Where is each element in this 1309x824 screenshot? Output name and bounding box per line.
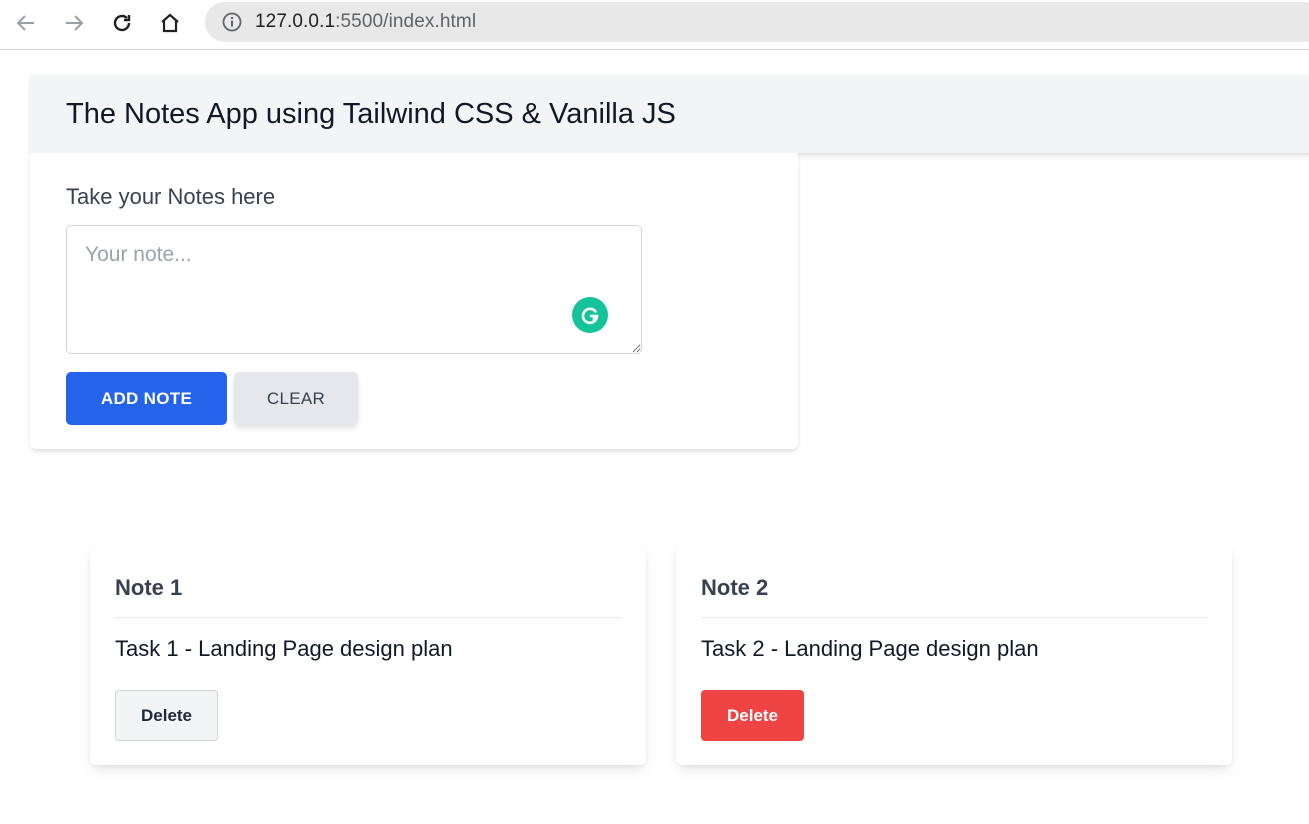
home-icon[interactable] [154, 7, 186, 39]
divider [701, 617, 1208, 618]
clear-button[interactable]: CLEAR [234, 372, 358, 425]
page-title: The Notes App using Tailwind CSS & Vanil… [66, 97, 676, 130]
delete-note-button[interactable]: Delete [701, 690, 804, 741]
reload-icon[interactable] [106, 7, 138, 39]
note-card: Note 2 Task 2 - Landing Page design plan… [676, 545, 1232, 765]
url-host: 127.0.0.1 [255, 11, 336, 32]
note-textarea[interactable] [66, 225, 642, 354]
grammarly-icon[interactable] [572, 297, 608, 333]
app-header: The Notes App using Tailwind CSS & Vanil… [30, 75, 1309, 153]
note-input-label: Take your Notes here [66, 184, 276, 209]
url-path: :5500/index.html [335, 11, 477, 32]
note-card: Note 1 Task 1 - Landing Page design plan… [90, 545, 646, 765]
url-text: 127.0.0.1:5500/index.html [255, 11, 476, 33]
divider [115, 617, 622, 618]
forward-arrow-icon[interactable] [58, 7, 90, 39]
delete-note-button[interactable]: Delete [115, 690, 218, 741]
note-title: Note 2 [701, 575, 769, 600]
back-arrow-icon[interactable] [10, 7, 42, 39]
address-bar[interactable]: 127.0.0.1:5500/index.html [205, 2, 1309, 42]
add-note-button[interactable]: ADD NOTE [66, 372, 227, 425]
note-body: Task 2 - Landing Page design plan [701, 636, 1039, 661]
note-input-card: Take your Notes here ADD NOTE CLEAR [30, 153, 798, 449]
note-body: Task 1 - Landing Page design plan [115, 636, 453, 661]
note-title: Note 1 [115, 575, 183, 600]
info-icon[interactable] [221, 11, 243, 33]
browser-toolbar: 127.0.0.1:5500/index.html [0, 0, 1309, 50]
